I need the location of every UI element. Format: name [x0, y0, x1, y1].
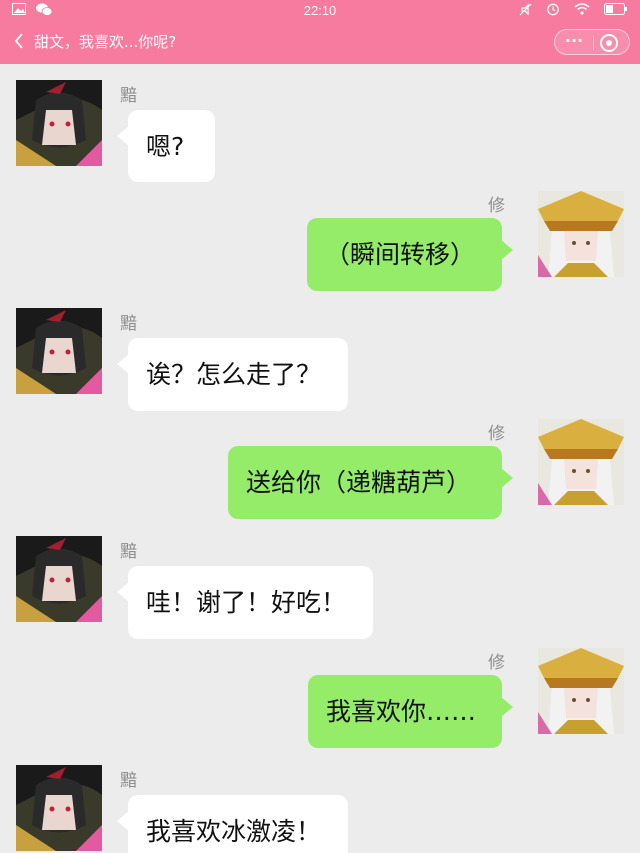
message-bubble[interactable]: 送给你（递糖葫芦） [228, 446, 502, 519]
title-bar: 甜文，我喜欢...你呢? ··· [0, 26, 640, 60]
bubble-tail [501, 240, 513, 260]
sender-name: 黯 [120, 314, 137, 334]
more-dots-icon: ··· [564, 31, 584, 50]
alarm-icon [546, 2, 560, 20]
avatar-an[interactable] [16, 80, 102, 166]
sender-name: 黯 [120, 86, 137, 106]
sender-name: 修 [488, 424, 505, 444]
back-button[interactable] [8, 30, 30, 56]
battery-icon [604, 3, 628, 19]
menu-capsule: ··· [554, 29, 630, 55]
close-button[interactable] [600, 34, 618, 52]
sender-name: 黯 [120, 771, 137, 791]
chat-title: 甜文，我喜欢...你呢? [34, 33, 177, 51]
chevron-left-icon [14, 33, 23, 49]
sender-name: 修 [488, 196, 505, 216]
message-bubble[interactable]: 诶？怎么走了？ [128, 338, 348, 411]
message-bubble[interactable]: 我喜欢冰激凌！ [128, 795, 348, 853]
avatar-an[interactable] [16, 536, 102, 622]
avatar-xiu[interactable] [538, 191, 624, 277]
wifi-icon [574, 3, 590, 19]
sender-name: 修 [488, 653, 505, 673]
capsule-divider [593, 35, 594, 50]
message-bubble[interactable]: 我喜欢你…… [308, 675, 502, 748]
message-bubble[interactable]: 哇！谢了！好吃！ [128, 566, 373, 639]
more-button[interactable]: ··· [555, 30, 593, 56]
sender-name: 黯 [120, 542, 137, 562]
avatar-xiu[interactable] [538, 648, 624, 734]
avatar-xiu[interactable] [538, 419, 624, 505]
chat-area[interactable]: 黯 嗯? 修 （瞬间转移） 黯 诶？怎么走了？ 修 送给你（递糖葫芦） 黯 哇！… [0, 64, 640, 853]
avatar-an[interactable] [16, 765, 102, 851]
status-bar: 22:10 [0, 0, 640, 22]
message-bubble[interactable]: （瞬间转移） [307, 218, 502, 291]
bubble-tail [501, 697, 513, 717]
mute-icon [519, 3, 532, 20]
app-header: 22:10 甜文，我喜欢...你呢? ··· [0, 0, 640, 64]
bubble-tail [501, 468, 513, 488]
avatar-an[interactable] [16, 308, 102, 394]
message-bubble[interactable]: 嗯? [128, 110, 215, 182]
